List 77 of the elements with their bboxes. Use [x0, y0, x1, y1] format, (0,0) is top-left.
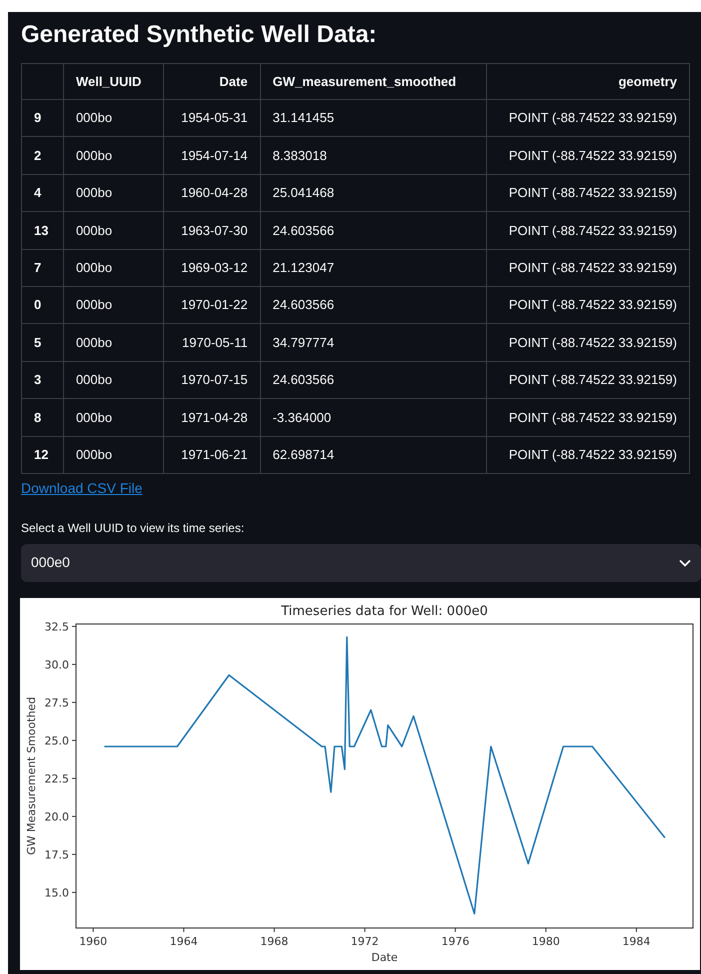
table-cell: 1960-04-28 [163, 174, 260, 212]
y-tick-label: 25.0 [44, 734, 69, 748]
table-cell: POINT (-88.74522 33.92159) [486, 398, 690, 436]
table-cell: 24.603566 [260, 361, 487, 399]
row-index: 5 [22, 324, 64, 362]
table-cell: 1971-04-28 [163, 398, 260, 436]
table-cell: 000bo [63, 361, 164, 399]
page-title: Generated Synthetic Well Data: [21, 20, 377, 50]
table-cell: 1971-06-21 [163, 436, 260, 474]
table-cell: 31.141455 [260, 100, 487, 137]
row-index: 3 [22, 361, 64, 399]
table-cell: POINT (-88.74522 33.92159) [486, 212, 690, 250]
select-label: Select a Well UUID to view its time series: [21, 520, 244, 537]
table-cell: 34.797774 [260, 324, 487, 362]
x-tick-label: 1976 [441, 934, 470, 948]
table-cell: 1954-05-31 [163, 100, 260, 137]
table-cell: 62.698714 [260, 436, 487, 474]
table-cell: 1970-07-15 [163, 361, 260, 399]
y-tick-label: 27.5 [44, 696, 69, 710]
table-cell: POINT (-88.74522 33.92159) [486, 286, 690, 324]
column-header: geometry [486, 64, 690, 100]
table-cell: POINT (-88.74522 33.92159) [486, 249, 690, 286]
x-tick-label: 1984 [622, 934, 650, 948]
table-cell: 1970-05-11 [163, 324, 260, 362]
row-index: 13 [22, 212, 64, 250]
row-index: 7 [22, 249, 64, 286]
table-cell: POINT (-88.74522 33.92159) [486, 436, 690, 474]
table-cell: 000bo [63, 174, 164, 212]
table-cell: -3.364000 [260, 398, 487, 436]
table-cell: 000bo [63, 324, 164, 362]
x-tick-label: 1972 [350, 934, 379, 948]
table-cell: 21.123047 [260, 249, 487, 286]
x-tick-label: 1980 [532, 934, 560, 948]
column-header: Date [163, 64, 260, 100]
table-cell: 000bo [63, 436, 164, 474]
table-cell: 000bo [63, 100, 164, 137]
row-index: 12 [22, 436, 64, 474]
y-tick-label: 20.0 [44, 810, 69, 824]
table-cell: 24.603566 [260, 212, 487, 250]
x-axis-label: Date [371, 950, 398, 964]
row-index: 8 [22, 398, 64, 436]
table-cell: POINT (-88.74522 33.92159) [486, 361, 690, 399]
table-cell: 000bo [63, 249, 164, 286]
row-index: 9 [22, 100, 64, 137]
table-cell: 000bo [63, 212, 164, 250]
table-cell: 1970-01-22 [163, 286, 260, 324]
y-tick-label: 32.5 [44, 620, 69, 634]
x-tick-label: 1964 [170, 934, 198, 948]
y-axis-label: GW Measurement Smoothed [25, 696, 38, 855]
y-tick-label: 17.5 [44, 848, 69, 862]
table-cell: POINT (-88.74522 33.92159) [486, 136, 690, 174]
chart-title: Timeseries data for Well: 000e0 [281, 604, 488, 619]
table-cell: 1963-07-30 [163, 212, 260, 250]
table-cell: POINT (-88.74522 33.92159) [486, 324, 690, 362]
x-tick-label: 1968 [260, 934, 288, 948]
y-tick-label: 22.5 [44, 772, 69, 786]
table-cell: 25.041468 [260, 174, 487, 212]
well-select[interactable]: 000e0 [21, 544, 701, 582]
table-cell: 000bo [63, 286, 164, 324]
table-cell: 000bo [63, 398, 164, 436]
x-tick-label: 1960 [79, 934, 108, 948]
row-index: 2 [22, 136, 64, 174]
column-header: GW_measurement_smoothed [260, 64, 487, 100]
download-link[interactable]: Download CSV File [21, 478, 142, 499]
y-tick-label: 30.0 [44, 658, 69, 672]
table-cell: 24.603566 [260, 286, 487, 324]
row-index: 4 [22, 174, 64, 212]
table-cell: POINT (-88.74522 33.92159) [486, 100, 690, 137]
row-index: 0 [22, 286, 64, 324]
table-cell: 8.383018 [260, 136, 487, 174]
table-cell: 1954-07-14 [163, 136, 260, 174]
table-cell: 000bo [63, 136, 164, 174]
table-cell: 1969-03-12 [163, 249, 260, 286]
table-cell: POINT (-88.74522 33.92159) [486, 174, 690, 212]
column-header: Well_UUID [63, 64, 164, 100]
y-tick-label: 15.0 [44, 886, 69, 900]
chevron-down-icon [679, 558, 691, 567]
